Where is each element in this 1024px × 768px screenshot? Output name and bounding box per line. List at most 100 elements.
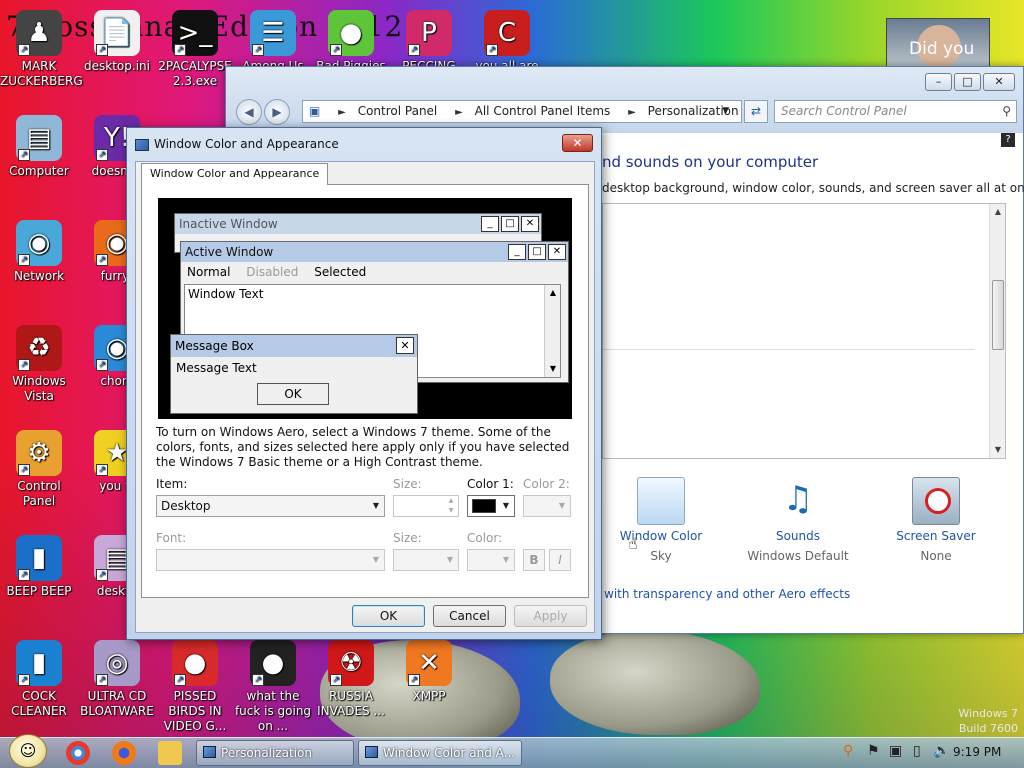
menu-normal[interactable]: Normal [187, 265, 230, 279]
theme-list-scrollbar[interactable]: ▲ ▼ [989, 204, 1005, 458]
breadcrumb-all-items[interactable]: All Control Panel Items [475, 104, 611, 118]
chevron-down-icon[interactable]: ▼ [442, 550, 458, 570]
spin-arrows-icon[interactable]: ▲ ▼ [444, 496, 458, 516]
screen-saver-option[interactable]: Screen Saver None [871, 477, 1001, 563]
sounds-link[interactable]: Sounds [733, 529, 863, 543]
maximize-button[interactable]: □ [954, 73, 981, 91]
bold-button[interactable]: B [523, 549, 545, 571]
desktop-icon[interactable]: ◉ ↗ Network [0, 220, 78, 284]
desktop-icon[interactable]: ◎ ↗ ULTRA CD BLOATWARE [78, 640, 156, 719]
preview-scrollbar[interactable]: ▲ ▼ [544, 285, 560, 377]
dialog-titlebar[interactable]: Window Color and Appearance [135, 137, 339, 151]
close-button[interactable]: ✕ [983, 73, 1015, 91]
refresh-button[interactable]: ⇄ [744, 100, 768, 123]
window-color-link[interactable]: Window Color [596, 529, 726, 543]
minimize-icon[interactable]: _ [481, 216, 499, 232]
minimize-button[interactable]: – [925, 73, 952, 91]
maximize-icon[interactable]: □ [501, 216, 519, 232]
message-ok-button[interactable]: OK [257, 383, 329, 405]
notification-flag-icon[interactable]: ⚑ [867, 743, 880, 759]
close-icon[interactable]: ✕ [548, 244, 566, 260]
minimize-icon[interactable]: _ [508, 244, 526, 260]
explorer-folder-icon[interactable] [158, 741, 182, 765]
monitor-tray-icon[interactable]: ▣ [889, 743, 902, 759]
address-bar[interactable]: ▣ ► Control Panel ► All Control Panel It… [302, 100, 742, 123]
font-select[interactable]: ▼ [156, 549, 385, 571]
divider [603, 349, 975, 350]
desktop-icon[interactable]: ✕ ↗ XMPP [390, 640, 468, 704]
close-icon[interactable]: ✕ [521, 216, 539, 232]
preview-message-titlebar[interactable]: Message Box ✕ [171, 335, 417, 357]
scroll-up-icon[interactable]: ▲ [990, 204, 1006, 220]
forward-button[interactable]: ▶ [264, 99, 290, 125]
scroll-down-icon[interactable]: ▼ [545, 361, 561, 377]
ok-button[interactable]: OK [352, 605, 425, 627]
sounds-option[interactable]: ♫ Sounds Windows Default [733, 477, 863, 563]
appearance-preview[interactable]: Inactive Window _ □ ✕ Active Window _ □ [158, 198, 572, 419]
chevron-down-icon[interactable]: ▼ [368, 496, 384, 516]
desktop-icon[interactable]: >_ ↗ 2PACALYPSE 2.3.exe [156, 10, 234, 89]
desktop-icon[interactable]: ☢ ↗ RUSSIA INVADES ... [312, 640, 390, 719]
dialog-close-button[interactable]: ✕ [562, 134, 593, 152]
scroll-thumb[interactable] [992, 280, 1004, 350]
search-tray-icon[interactable]: ⚲ [843, 743, 853, 759]
chevron-down-icon[interactable]: ▼ [722, 101, 729, 122]
desktop-icon[interactable]: P↗PECCING [390, 10, 468, 74]
preview-inactive-titlebar[interactable]: Inactive Window _ □ ✕ [175, 214, 541, 234]
desktop-icon[interactable]: ●↗Bad Piggies [312, 10, 390, 74]
taskbar-task-window-color[interactable]: Window Color and A... [358, 740, 522, 766]
scroll-down-icon[interactable]: ▼ [990, 442, 1006, 458]
color2-picker[interactable]: ▼ [523, 495, 571, 517]
breadcrumb-control-panel[interactable]: Control Panel [358, 104, 438, 118]
chevron-down-icon[interactable]: ▼ [498, 496, 514, 516]
cancel-button[interactable]: Cancel [433, 605, 506, 627]
theme-list[interactable]: ▲ ▼ [602, 203, 1006, 459]
search-icon[interactable]: ⚲ [1002, 101, 1011, 122]
scroll-up-icon[interactable]: ▲ [545, 285, 561, 301]
close-icon[interactable]: ✕ [396, 337, 414, 354]
font-color-picker[interactable]: ▼ [467, 549, 515, 571]
screen-saver-link[interactable]: Screen Saver [871, 529, 1001, 543]
taskbar-clock[interactable]: 9:19 PM [953, 745, 1001, 759]
caption-buttons: – □ ✕ [925, 73, 1015, 91]
desktop-icon[interactable]: 📄 ↗ desktop.ini [78, 10, 156, 74]
tab-window-color[interactable]: Window Color and Appearance [141, 163, 329, 185]
menu-disabled[interactable]: Disabled [246, 265, 298, 279]
chevron-down-icon[interactable]: ▼ [368, 550, 384, 570]
desktop-icon[interactable]: ▮ ↗ BEEP BEEP [0, 535, 78, 599]
maximize-icon[interactable]: □ [528, 244, 546, 260]
help-icon[interactable]: ? [1001, 133, 1015, 147]
start-button[interactable]: ☺ [9, 734, 47, 768]
desktop-icon[interactable]: ♟ ↗ MARK ZUCKERBERG [0, 10, 83, 89]
desktop-icon[interactable]: C↗you all are [468, 10, 546, 74]
desktop-icon[interactable]: ● ↗ PISSED BIRDS IN VIDEO G... [156, 640, 234, 734]
window-color-option[interactable]: Window Color Sky [596, 477, 726, 563]
desktop-icon[interactable]: ▮ ↗ COCK CLEANER [0, 640, 78, 719]
preview-message-box[interactable]: Message Box ✕ Message Text OK [170, 334, 418, 414]
chevron-down-icon[interactable]: ▼ [498, 550, 514, 570]
desktop-icon[interactable]: ⚙ ↗ Control Panel [0, 430, 78, 509]
chevron-down-icon[interactable]: ▼ [554, 496, 570, 516]
back-button[interactable]: ◀ [236, 99, 262, 125]
network-tray-icon[interactable]: ▯ [913, 743, 921, 759]
desktop-icon[interactable]: ▤ ↗ Computer [0, 115, 78, 179]
color1-picker[interactable]: ▼ [467, 495, 515, 517]
italic-button[interactable]: I [549, 549, 571, 571]
firefox-icon[interactable] [112, 741, 136, 765]
angry-bird-icon: ● ↗ [172, 640, 218, 686]
desktop-icon[interactable]: ♻ ↗ Windows Vista [0, 325, 78, 404]
size-spinner[interactable]: ▲ ▼ [393, 495, 459, 517]
desktop-icon[interactable]: ☰↗Amonq Us [234, 10, 312, 74]
volume-icon[interactable]: 🔈 [933, 743, 950, 759]
menu-selected[interactable]: Selected [314, 265, 366, 279]
desktop-icon[interactable]: ● ↗ what the fuck is going on ... [234, 640, 312, 734]
search-input[interactable]: Search Control Panel ⚲ [774, 100, 1017, 123]
preview-menu-bar[interactable]: Normal Disabled Selected [181, 262, 568, 282]
chrome-icon[interactable] [66, 741, 90, 765]
font-size-select[interactable]: ▼ [393, 549, 459, 571]
item-select[interactable]: Desktop ▼ [156, 495, 385, 517]
taskbar-task-personalization[interactable]: Personalization [196, 740, 354, 766]
aero-effects-link[interactable]: with transparency and other Aero effects [604, 587, 850, 601]
apply-button[interactable]: Apply [514, 605, 587, 627]
preview-active-titlebar[interactable]: Active Window _ □ ✕ [181, 242, 568, 262]
